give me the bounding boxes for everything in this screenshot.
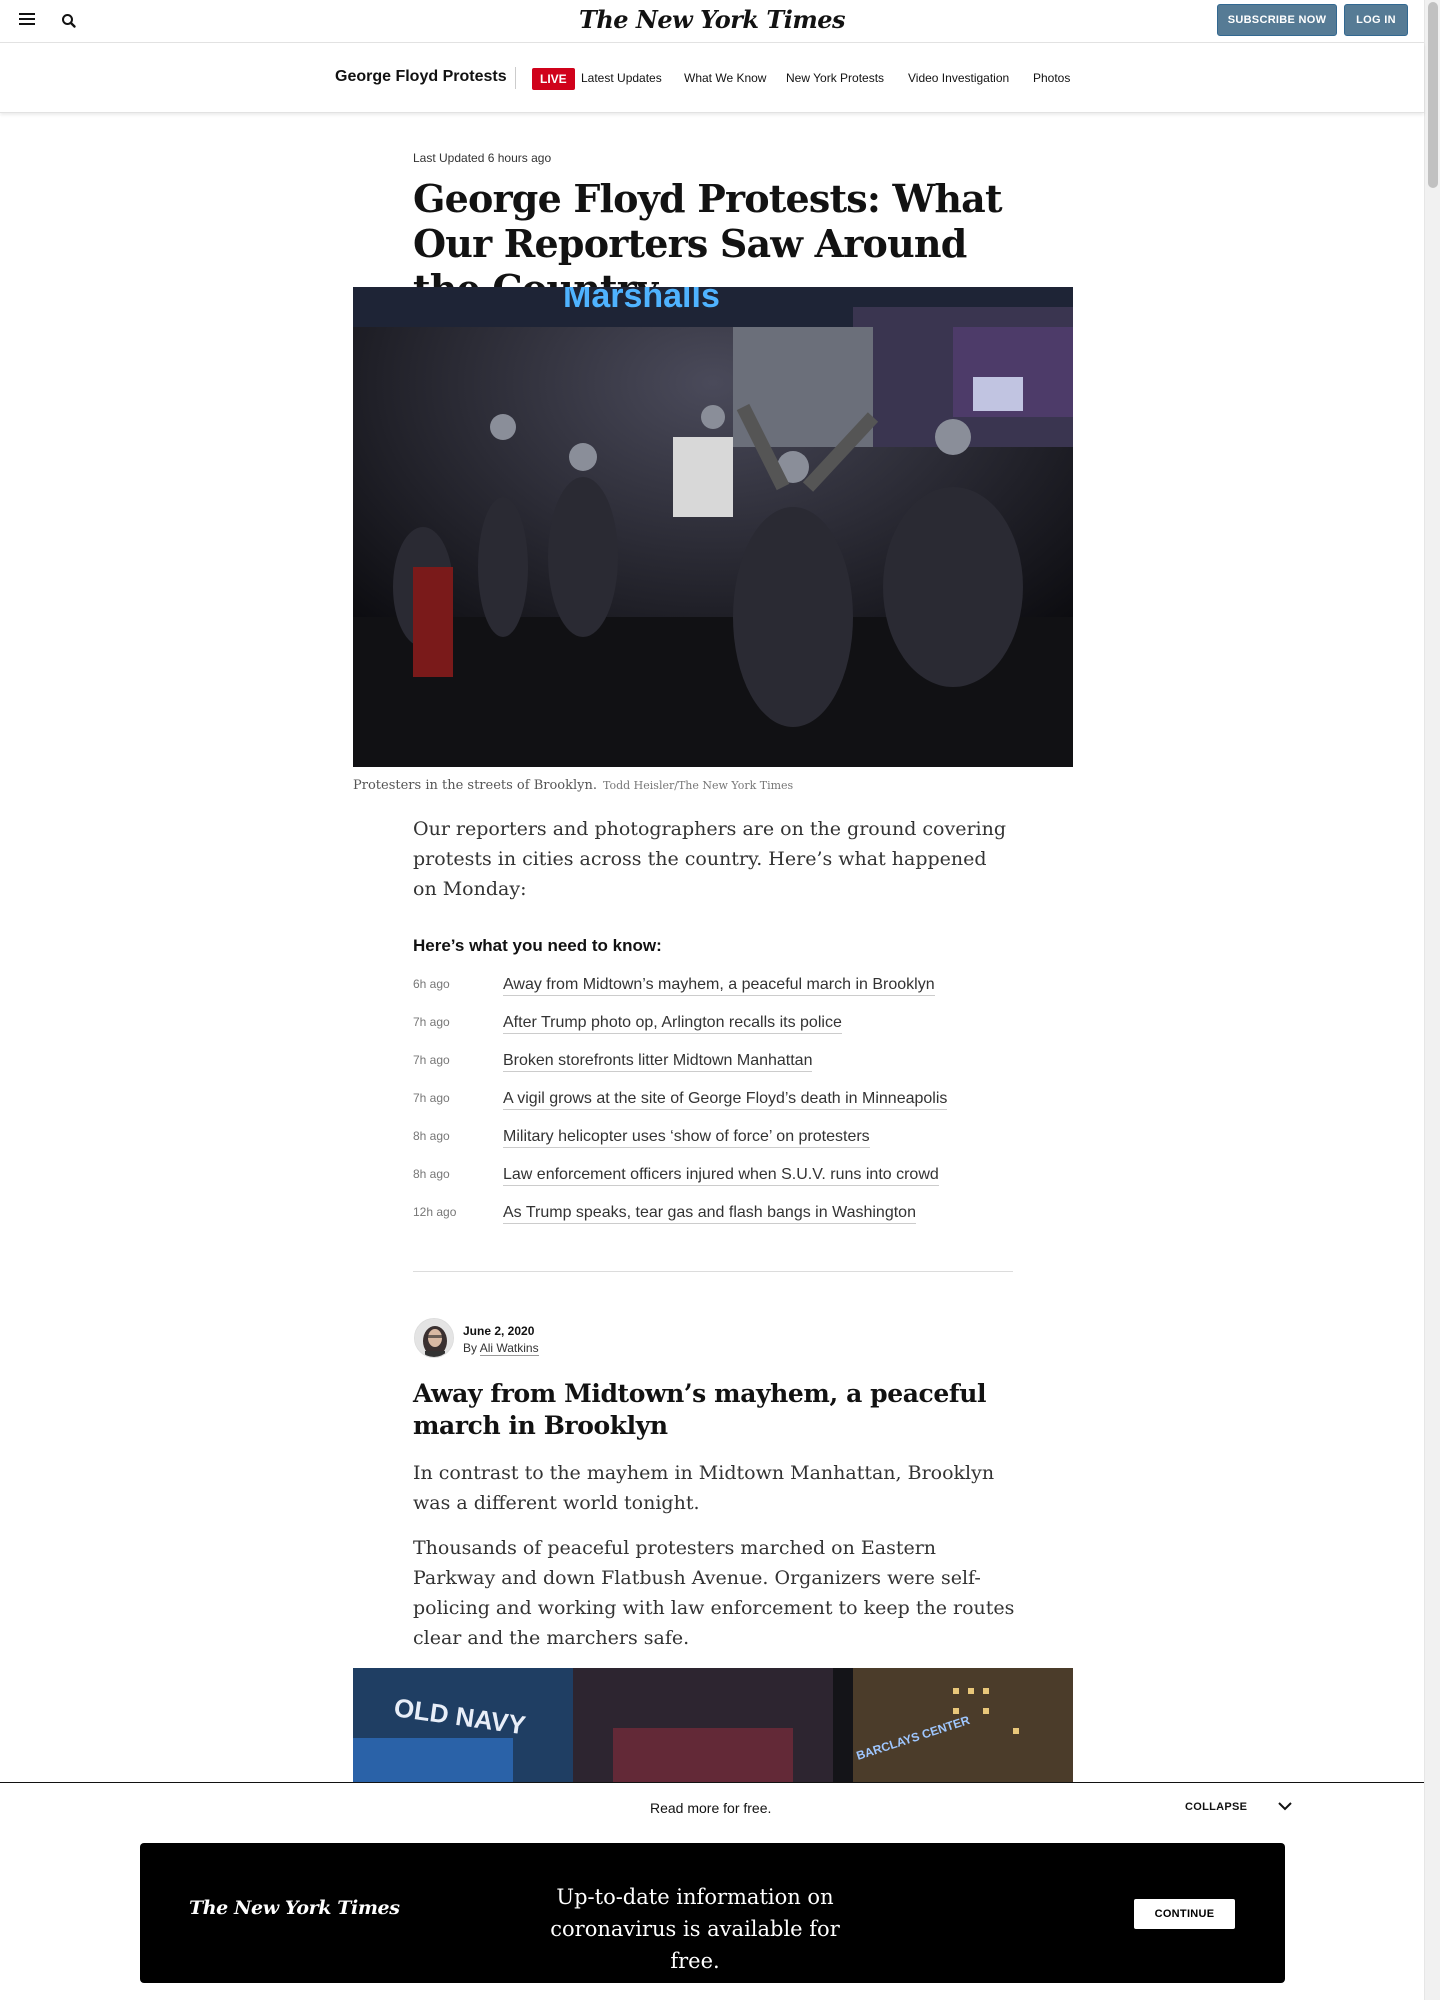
hero-caption: Protesters in the streets of Brooklyn. To… [353,778,793,793]
last-updated-prefix: Last Updated [413,151,485,165]
live-badge[interactable]: LIVE [532,68,575,90]
section-nav: George Floyd Protests LIVE Latest Update… [0,43,1424,113]
update-link[interactable]: Law enforcement officers injured when S.… [503,1166,939,1186]
byline-prefix: By [463,1341,478,1355]
hero-image[interactable]: Marshalls [353,287,1073,767]
top-bar: The New York Times SUBSCRIBE NOW LOG IN [0,0,1424,43]
read-more-bar: Read more for free. COLLAPSE The New Yor… [0,1782,1424,2000]
last-updated: Last Updated 6 hours ago [413,151,551,165]
update-item[interactable]: 7h ago After Trump photo op, Arlington re… [413,1010,1013,1048]
chevron-down-icon[interactable] [1276,1799,1294,1813]
last-updated-value: 6 hours ago [487,151,552,165]
post-date: June 2, 2020 [463,1324,535,1338]
page-scrollbar[interactable] [1424,0,1440,2000]
nav-link-photos[interactable]: Photos [1033,71,1070,85]
section-divider [413,1271,1013,1272]
update-link[interactable]: Away from Midtown’s mayhem, a peaceful m… [503,976,935,996]
update-time: 7h ago [413,1053,450,1067]
continue-button[interactable]: CONTINUE [1134,1899,1235,1929]
svg-text:Marshalls: Marshalls [563,287,720,315]
update-item[interactable]: 12h ago As Trump speaks, tear gas and fla… [413,1200,1013,1238]
post-image[interactable]: OLD NAVY BARCLAYS CENTER [353,1668,1073,1783]
nav-link-what-we-know[interactable]: What We Know [684,71,766,85]
update-time: 7h ago [413,1015,450,1029]
section-title[interactable]: George Floyd Protests [335,68,507,86]
scrollbar-thumb[interactable] [1428,2,1438,188]
update-link[interactable]: After Trump photo op, Arlington recalls … [503,1014,842,1034]
updates-list: 6h ago Away from Midtown’s mayhem, a peac… [413,972,1013,1238]
update-time: 7h ago [413,1091,450,1105]
nyt-logo[interactable]: The New York Times [0,5,1424,34]
update-item[interactable]: 8h ago Military helicopter uses ‘show of … [413,1124,1013,1162]
update-item[interactable]: 6h ago Away from Midtown’s mayhem, a peac… [413,972,1013,1010]
post-byline: By Ali Watkins [463,1341,539,1356]
update-item[interactable]: 7h ago Broken storefronts litter Midtown … [413,1048,1013,1086]
update-link[interactable]: Military helicopter uses ‘show of force’… [503,1128,870,1148]
update-link[interactable]: A vigil grows at the site of George Floy… [503,1090,948,1110]
photo-credit: Todd Heisler/The New York Times [603,779,794,792]
update-item[interactable]: 8h ago Law enforcement officers injured w… [413,1162,1013,1200]
update-time: 12h ago [413,1205,457,1219]
post-paragraph: Thousands of peaceful protesters marched… [413,1537,1015,1649]
update-time: 8h ago [413,1129,450,1143]
nav-link-latest-updates[interactable]: Latest Updates [581,71,662,85]
coronavirus-promo: The New York Times Up-to-date informatio… [140,1843,1285,1983]
promo-nyt-logo: The New York Times [189,1897,400,1919]
post-title[interactable]: Away from Midtown’s mayhem, a peaceful m… [413,1378,1033,1442]
login-button[interactable]: LOG IN [1344,4,1408,36]
update-link[interactable]: As Trump speaks, tear gas and flash bang… [503,1204,916,1224]
update-time: 8h ago [413,1167,450,1181]
author-avatar[interactable] [414,1318,454,1358]
post-paragraph: In contrast to the mayhem in Midtown Man… [413,1462,995,1514]
update-time: 6h ago [413,977,450,991]
promo-text: Up-to-date information on coronavirus is… [550,1885,840,1973]
nav-link-video-investigation[interactable]: Video Investigation [908,71,1009,85]
collapse-button[interactable]: COLLAPSE [1185,1801,1247,1813]
author-link[interactable]: Ali Watkins [479,1341,539,1356]
article-lede: Our reporters and photographers are on t… [413,818,1007,900]
update-item[interactable]: 7h ago A vigil grows at the site of Georg… [413,1086,1013,1124]
need-to-know-title: Here’s what you need to know: [413,936,662,955]
nav-divider [515,67,516,89]
subscribe-button[interactable]: SUBSCRIBE NOW [1217,4,1337,36]
update-link[interactable]: Broken storefronts litter Midtown Manhat… [503,1052,813,1072]
nav-link-new-york-protests[interactable]: New York Protests [786,71,884,85]
caption-text: Protesters in the streets of Brooklyn. [353,778,597,793]
read-more-text: Read more for free. [650,1800,772,1816]
